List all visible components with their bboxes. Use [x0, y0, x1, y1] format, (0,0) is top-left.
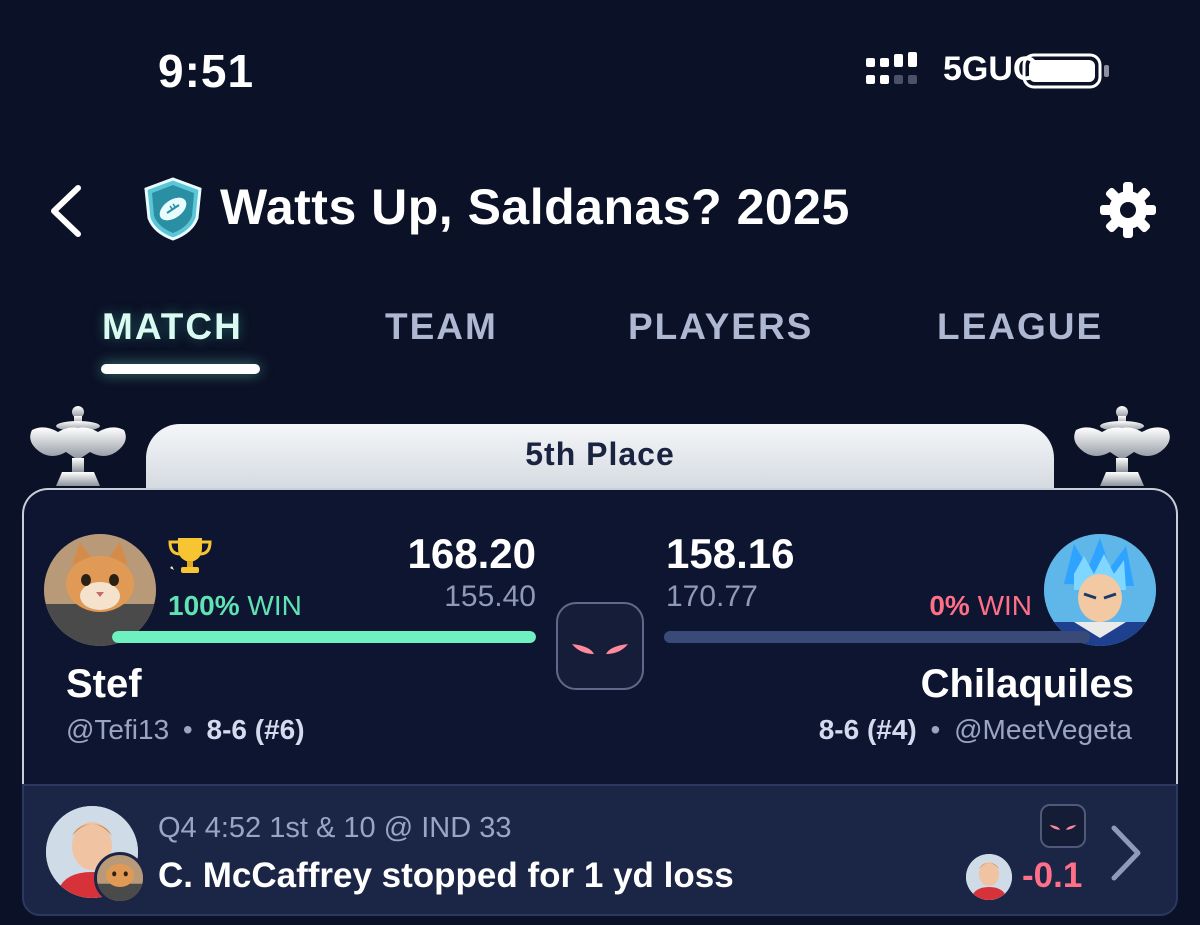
- tab-match[interactable]: MATCH: [102, 306, 243, 348]
- score-bar-left-fill: [112, 631, 536, 643]
- football-shield-icon: [144, 177, 202, 241]
- record-right: 8-6 (#4): [818, 714, 917, 745]
- team-name-left[interactable]: Stef: [66, 662, 142, 707]
- win-pct-right: 0%: [929, 590, 970, 621]
- team-name-right[interactable]: Chilaquiles: [800, 662, 1134, 707]
- win-label-right: WIN: [977, 590, 1032, 621]
- meta-separator: •: [930, 714, 941, 745]
- handle-right[interactable]: @MeetVegeta: [954, 714, 1132, 745]
- team-meta-left: @Tefi13 • 8-6 (#6): [66, 714, 305, 746]
- devil-eyes-icon: [572, 644, 628, 654]
- live-play-row[interactable]: [22, 784, 1178, 916]
- gold-trophy-icon: [168, 538, 212, 573]
- cat-avatar-icon: [97, 855, 143, 901]
- tab-active-indicator: [101, 364, 260, 374]
- cat-avatar-icon: [44, 534, 156, 646]
- versus-logo: [556, 602, 644, 690]
- opponent-player-mini-headshot: [966, 854, 1012, 900]
- handle-left[interactable]: @Tefi13: [66, 714, 169, 745]
- team-avatar-left[interactable]: [44, 534, 156, 646]
- opponent-team-logo: [1040, 804, 1086, 848]
- placement-label: 5th Place: [525, 436, 675, 472]
- devil-eyes-icon: [1049, 825, 1077, 830]
- status-time: 9:51: [158, 45, 255, 97]
- gear-icon[interactable]: [1098, 180, 1158, 240]
- projected-left: 155.40: [444, 580, 536, 613]
- play-game-status: Q4 4:52 1st & 10 @ IND 33: [158, 812, 512, 844]
- points-delta: -0.1: [1022, 856, 1083, 895]
- owner-mini-avatar: [94, 852, 146, 904]
- play-description: C. McCaffrey stopped for 1 yd loss: [158, 856, 734, 895]
- win-pct-left: 100%: [168, 590, 240, 621]
- score-bar-right: [664, 631, 1090, 643]
- win-probability-right: 0% WIN: [900, 590, 1032, 622]
- projected-right: 170.77: [666, 580, 758, 613]
- team-avatar-right[interactable]: [1044, 534, 1156, 646]
- tab-players[interactable]: PLAYERS: [628, 306, 813, 348]
- cellular-signal-icon: [866, 52, 917, 84]
- silver-trophy-icon: [30, 406, 126, 486]
- anime-avatar-icon: [1044, 534, 1156, 646]
- battery-icon: [1022, 53, 1109, 89]
- tab-league[interactable]: LEAGUE: [937, 306, 1103, 348]
- score-right: 158.16: [666, 530, 795, 577]
- win-probability-left: 100% WIN: [168, 590, 302, 622]
- score-left: 168.20: [407, 530, 536, 577]
- win-label-left: WIN: [247, 590, 302, 621]
- team-meta-right: 8-6 (#4) • @MeetVegeta: [760, 714, 1132, 746]
- score-bar-left: [112, 631, 536, 643]
- meta-separator: •: [182, 714, 193, 745]
- league-title: Watts Up, Saldanas? 2025: [220, 179, 850, 235]
- record-left: 8-6 (#6): [206, 714, 305, 745]
- tab-team[interactable]: TEAM: [385, 306, 498, 348]
- silver-trophy-icon: [1074, 406, 1170, 486]
- back-chevron-icon[interactable]: [44, 184, 88, 238]
- chevron-right-icon[interactable]: [1108, 824, 1144, 882]
- player-headshot-icon: [966, 854, 1012, 900]
